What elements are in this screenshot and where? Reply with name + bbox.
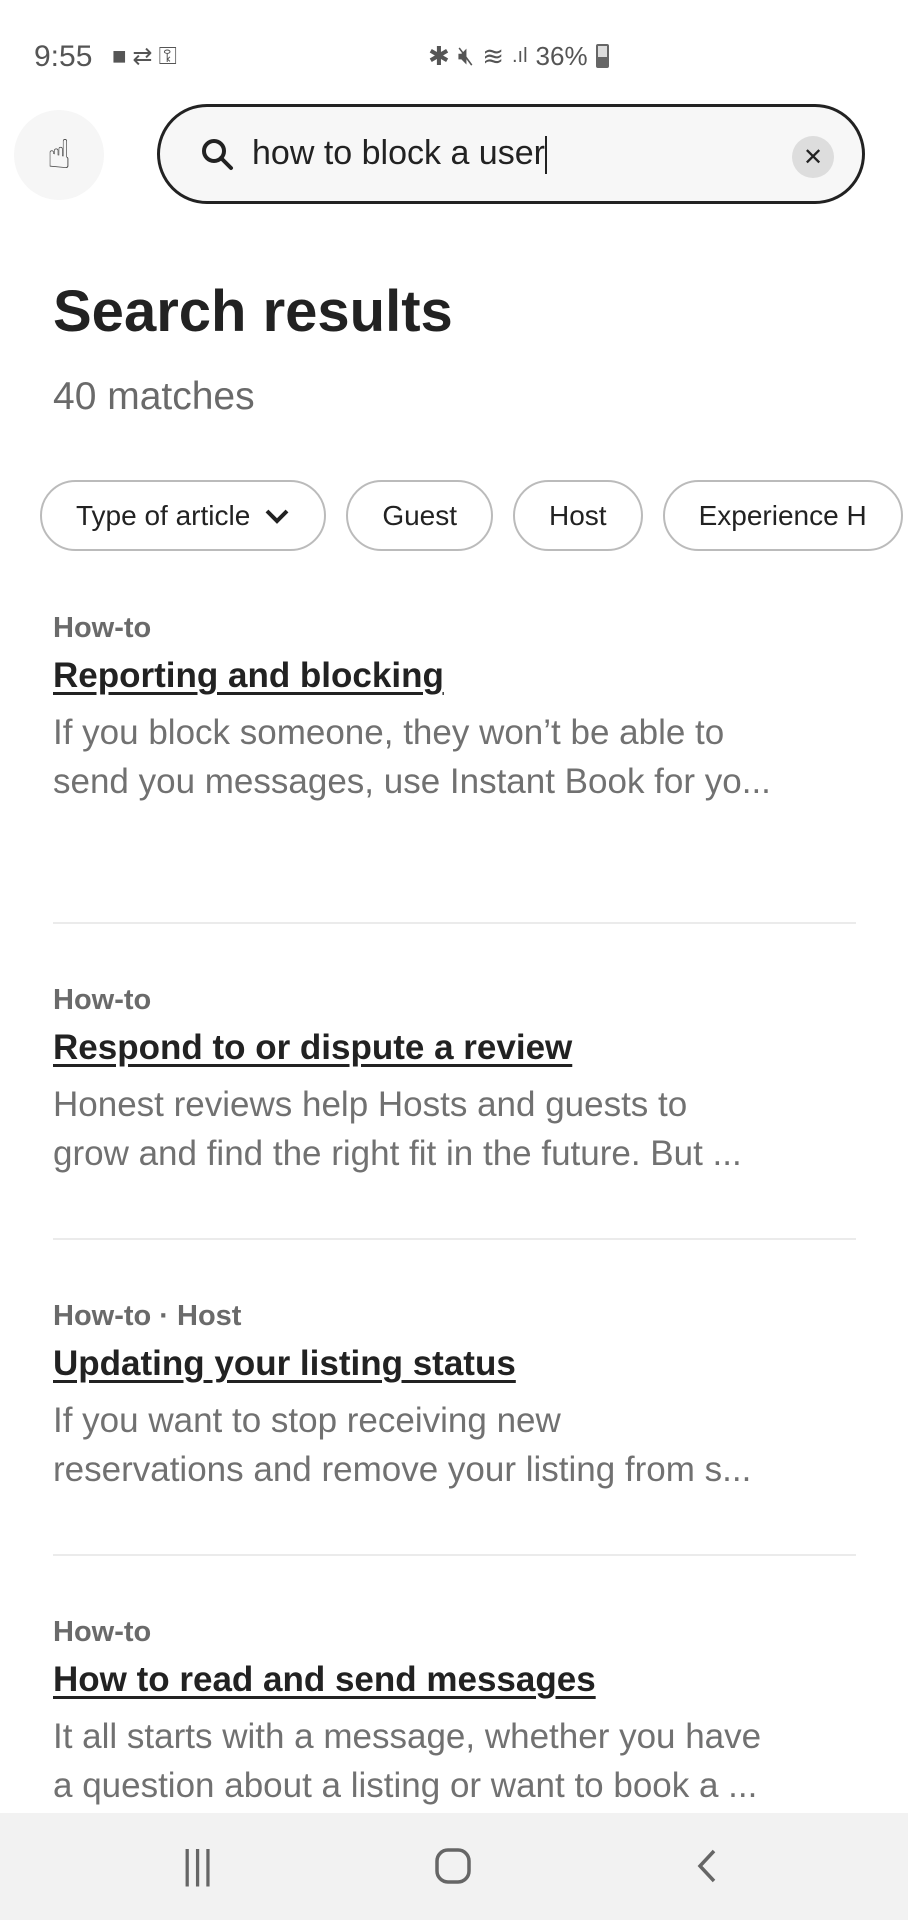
home-icon[interactable]	[434, 1847, 472, 1885]
list-item[interactable]: How-to Respond to or dispute a review Ho…	[53, 924, 856, 1240]
search-icon	[202, 139, 233, 170]
result-description: If you want to stop receiving new reserva…	[53, 1401, 752, 1489]
system-nav-bar: |||	[0, 1813, 908, 1920]
result-title-link[interactable]: Reporting and blocking	[53, 648, 444, 704]
status-time: 9:55	[34, 40, 93, 73]
page-title: Search results	[53, 279, 453, 344]
filter-type-of-article[interactable]: Type of article	[40, 480, 327, 551]
wifi-icon: ≋	[482, 40, 504, 71]
signal-icon: .ıl	[511, 44, 528, 67]
filter-chips: Type of article Guest Host Experience H	[40, 480, 903, 551]
result-description: It all starts with a message, whether yo…	[53, 1717, 762, 1805]
result-category: How-to	[53, 984, 152, 1016]
chevron-down-icon	[265, 509, 289, 524]
status-right-icons: ✱ 🔇︎ ≋ .ıl 36%	[428, 40, 609, 72]
result-category: How-to · Host	[53, 1300, 242, 1332]
hand-pointer-icon: ☝︎	[46, 133, 72, 177]
result-title-link[interactable]: Respond to or dispute a review	[53, 1020, 572, 1076]
list-item[interactable]: How-to Reporting and blocking If you blo…	[53, 608, 856, 924]
result-description: If you block someone, they won’t be able…	[53, 713, 771, 801]
match-count: 40 matches	[53, 375, 255, 418]
search-query: how to block a user	[252, 133, 545, 172]
battery-percent: 36%	[535, 40, 588, 71]
result-title-link[interactable]: Updating your listing status	[53, 1336, 516, 1392]
clear-search-button[interactable]: ✕	[792, 136, 834, 178]
search-input[interactable]: how to block a user ✕	[157, 104, 865, 204]
vpn-key-icon: ⚿	[158, 43, 183, 70]
list-item[interactable]: How-to · Host Updating your listing stat…	[53, 1240, 856, 1556]
mute-icon: 🔇︎	[457, 40, 475, 70]
recent-apps-icon[interactable]: |||	[182, 1843, 213, 1888]
result-category: How-to	[53, 612, 152, 644]
results-list: How-to Reporting and blocking If you blo…	[53, 608, 856, 1872]
chip-label: Type of article	[76, 499, 251, 531]
text-cursor	[544, 136, 547, 174]
status-left-icons: ■⇄⚿	[112, 42, 183, 71]
video-icon: ■	[112, 43, 133, 70]
filter-host[interactable]: Host	[513, 480, 643, 551]
back-icon[interactable]	[694, 1847, 720, 1885]
result-title-link[interactable]: How to read and send messages	[53, 1652, 596, 1708]
filter-experience-host[interactable]: Experience H	[662, 480, 903, 551]
accessibility-hand-button[interactable]: ☝︎	[14, 110, 104, 200]
chip-label: Experience H	[698, 499, 867, 531]
bluetooth-icon: ✱	[428, 40, 450, 71]
chip-label: Guest	[382, 499, 458, 531]
sync-icon: ⇄	[132, 43, 159, 70]
result-category: How-to	[53, 1616, 152, 1648]
chip-label: Host	[549, 499, 607, 531]
battery-icon	[595, 44, 609, 68]
filter-guest[interactable]: Guest	[346, 480, 494, 551]
close-icon: ✕	[802, 143, 824, 171]
status-bar: 9:55 ■⇄⚿ ✱ 🔇︎ ≋ .ıl 36%	[0, 0, 908, 112]
result-description: Honest reviews help Hosts and guests to g…	[53, 1085, 742, 1173]
